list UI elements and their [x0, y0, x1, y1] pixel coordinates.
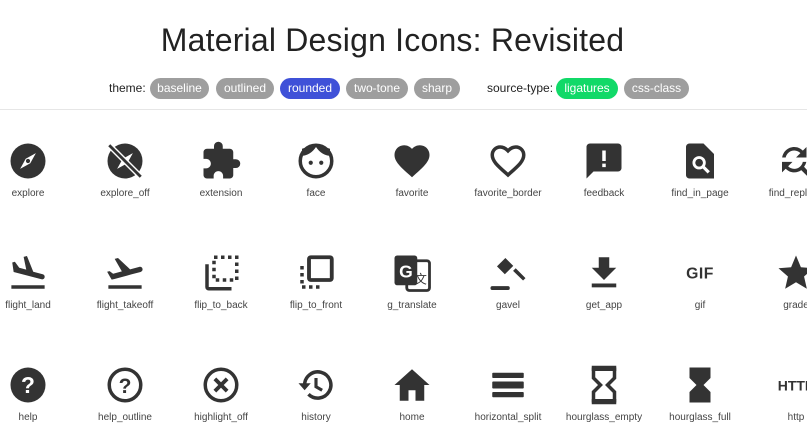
icon-tile-help-outline[interactable]: ? help_outline	[77, 364, 173, 424]
gif-icon: GIF	[686, 265, 714, 282]
icon-name: gif	[694, 300, 706, 311]
favorite-border-icon	[490, 145, 526, 178]
icon-name: explore_off	[100, 188, 150, 199]
icon-name: hourglass_empty	[565, 412, 643, 423]
icon-tile-get-app[interactable]: get_app	[556, 252, 652, 312]
explore-icon	[10, 143, 46, 179]
icon-name: flight_takeoff	[96, 300, 154, 311]
extension-icon	[203, 141, 241, 179]
icon-name: get_app	[585, 300, 623, 311]
icon-tile-face[interactable]: face	[268, 140, 364, 200]
source-ligatures-button[interactable]: ligatures	[556, 78, 618, 99]
flight-takeoff-icon	[107, 257, 143, 289]
grade-icon	[778, 255, 807, 289]
icon-tile-history[interactable]: history	[268, 364, 364, 424]
icon-name: g_translate	[387, 300, 437, 311]
svg-text:HTTP: HTTP	[778, 377, 807, 393]
icon-name: explore	[11, 188, 45, 199]
history-icon	[298, 370, 333, 400]
icon-tile-horizontal-split[interactable]: horizontal_split	[460, 364, 556, 424]
flip-to-front-icon	[300, 255, 334, 289]
help-outline-icon: ?	[107, 367, 143, 403]
find-replace-icon	[782, 147, 807, 176]
icon-name: flip_to_back	[194, 300, 248, 311]
icon-tile-feedback[interactable]: feedback	[556, 140, 652, 200]
svg-text:GIF: GIF	[686, 265, 714, 282]
icon-name: flip_to_front	[289, 300, 343, 311]
icon-name: home	[399, 412, 425, 423]
favorite-icon	[394, 145, 430, 178]
feedback-icon	[586, 143, 622, 179]
icon-name: favorite	[395, 188, 429, 199]
flight-land-icon	[11, 256, 45, 289]
source-type-label: source-type:	[487, 81, 554, 95]
icon-name: extension	[199, 188, 243, 199]
theme-label: theme:	[109, 81, 146, 95]
svg-text:?: ?	[21, 372, 35, 398]
icon-tile-gavel[interactable]: gavel	[460, 252, 556, 312]
icon-name: find_in_page	[671, 188, 729, 199]
icon-tile-hourglass-empty[interactable]: hourglass_empty	[556, 364, 652, 424]
theme-two-tone-button[interactable]: two-tone	[346, 78, 408, 99]
icon-tile-help[interactable]: ? help	[0, 364, 76, 424]
icon-name: help	[18, 412, 38, 423]
icon-tile-flight-takeoff[interactable]: flight_takeoff	[77, 252, 173, 312]
highlight-off-icon	[203, 367, 239, 403]
icon-tile-find-replace[interactable]: find_replace	[748, 140, 807, 200]
icon-tile-grade[interactable]: grade	[748, 252, 807, 312]
icon-tile-gif[interactable]: GIF gif	[652, 252, 748, 312]
face-icon	[298, 143, 334, 179]
icon-tile-explore-off[interactable]: explore_off	[77, 140, 173, 200]
icon-tile-flight-land[interactable]: flight_land	[0, 252, 76, 312]
icon-name: face	[306, 188, 326, 199]
icon-name: flight_land	[5, 300, 51, 311]
flip-to-back-icon	[205, 255, 239, 291]
theme-baseline-button[interactable]: baseline	[150, 78, 209, 99]
icon-tile-hourglass-full[interactable]: hourglass_full	[652, 364, 748, 424]
divider	[0, 109, 807, 110]
help-icon: ?	[10, 367, 46, 403]
hourglass-full-icon	[689, 367, 711, 403]
icon-tile-find-in-page[interactable]: find_in_page	[652, 140, 748, 200]
g-translate-icon: G文	[394, 255, 431, 292]
icon-name: feedback	[583, 188, 625, 199]
icon-name: grade	[783, 300, 807, 311]
hourglass-empty-icon	[591, 365, 617, 405]
icon-name: horizontal_split	[474, 412, 542, 423]
svg-text:文: 文	[415, 272, 427, 287]
icon-tile-flip-to-front[interactable]: flip_to_front	[268, 252, 364, 312]
source-css-class-button[interactable]: css-class	[624, 78, 689, 99]
theme-rounded-button[interactable]: rounded	[280, 78, 340, 99]
icon-name: favorite_border	[474, 188, 542, 199]
horizontal-split-icon	[492, 372, 524, 398]
icon-name: http	[787, 412, 805, 423]
explore-off-icon	[107, 143, 143, 179]
page-title: Material Design Icons: Revisited	[160, 22, 625, 58]
icon-tile-favorite-border[interactable]: favorite_border	[460, 140, 556, 200]
icon-tile-g-translate[interactable]: G文 g_translate	[364, 252, 460, 312]
icon-tile-favorite[interactable]: favorite	[364, 140, 460, 200]
icon-tile-home[interactable]: home	[364, 364, 460, 424]
theme-sharp-button[interactable]: sharp	[414, 78, 460, 99]
icon-name: gavel	[496, 300, 520, 311]
icon-name: find_replace	[768, 188, 807, 199]
svg-text:?: ?	[119, 375, 132, 398]
theme-outlined-button[interactable]: outlined	[216, 78, 274, 99]
icon-tile-extension[interactable]: extension	[173, 140, 269, 200]
get-app-icon	[591, 257, 617, 288]
icon-name: help_outline	[98, 412, 152, 423]
gavel-icon	[490, 257, 526, 290]
icon-name: history	[301, 412, 331, 423]
icon-name: highlight_off	[194, 412, 248, 423]
home-icon	[394, 369, 430, 401]
icon-tile-http[interactable]: HTTP http	[748, 364, 807, 424]
icon-name: hourglass_full	[669, 412, 731, 423]
icon-tile-highlight-off[interactable]: highlight_off	[173, 364, 269, 424]
filter-bar: theme: baseline outlined rounded two-ton…	[0, 78, 807, 100]
icon-tile-explore[interactable]: explore	[0, 140, 76, 200]
find-in-page-icon	[686, 143, 714, 179]
svg-text:G: G	[399, 261, 413, 281]
http-icon: HTTP	[778, 377, 807, 393]
icon-tile-flip-to-back[interactable]: flip_to_back	[173, 252, 269, 312]
